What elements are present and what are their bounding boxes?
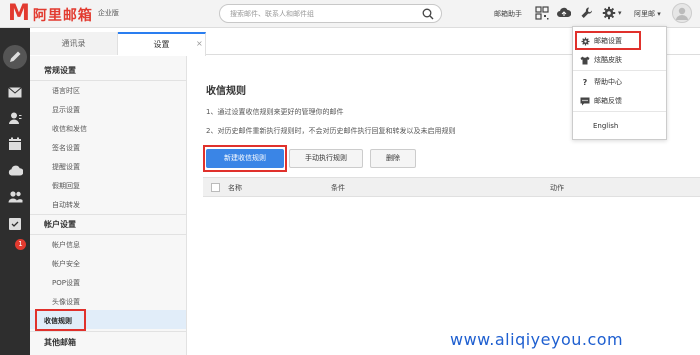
cloud-icon[interactable] — [5, 160, 25, 180]
run-rule-button[interactable]: 手动执行规则 — [289, 149, 363, 168]
pencil-icon — [10, 51, 21, 62]
nav-item-reminder[interactable]: 提醒设置 — [52, 162, 80, 172]
menu-item-label: 邮箱反馈 — [594, 97, 622, 105]
menu-item-skins[interactable]: 炫酷皮肤 — [580, 55, 622, 65]
watermark: www.aliqiyeyou.com — [450, 330, 624, 349]
nav-item-vacation[interactable]: 假期回复 — [52, 181, 80, 191]
contacts-icon[interactable] — [5, 108, 25, 128]
column-action: 动作 — [550, 184, 564, 192]
search-input[interactable] — [230, 5, 420, 22]
nav-item-send-receive[interactable]: 收信和发信 — [52, 124, 87, 134]
calendar-icon[interactable] — [5, 134, 25, 154]
delete-button[interactable]: 删除 — [370, 149, 416, 168]
menu-item-label: 邮箱设置 — [594, 37, 622, 45]
select-all-checkbox[interactable] — [211, 183, 220, 192]
cloud-upload-icon[interactable] — [557, 6, 571, 20]
tab-settings[interactable]: 设置 — [118, 32, 206, 56]
highlight-frame — [35, 309, 86, 331]
description-line: 2、对历史邮件重新执行规则时，不会对历史邮件执行回复和转发以及未启用规则 — [206, 127, 456, 135]
comment-icon — [580, 96, 590, 106]
notification-badge: 1 — [15, 239, 26, 250]
nav-group-account: 帐户设置 — [44, 220, 76, 229]
nav-item-avatar[interactable]: 头像设置 — [52, 297, 80, 307]
gear-icon[interactable] — [602, 6, 616, 20]
nav-item-account-security[interactable]: 帐户安全 — [52, 259, 80, 269]
nav-item-forward[interactable]: 自动转发 — [52, 200, 80, 210]
divider — [30, 234, 186, 235]
menu-item-label: 帮助中心 — [594, 78, 622, 86]
nav-item-pop[interactable]: POP设置 — [52, 278, 80, 288]
divider — [30, 80, 186, 81]
nav-item-language[interactable]: 语言时区 — [52, 86, 80, 96]
nav-group-other: 其他邮箱 — [44, 338, 76, 347]
mail-assistant-link[interactable]: 邮箱助手 — [494, 9, 522, 19]
logo[interactable]: M 阿里邮箱 企业版 — [8, 3, 119, 25]
divider — [30, 214, 186, 215]
page-title: 收信规则 — [206, 86, 246, 97]
menu-item-label: 炫酷皮肤 — [594, 56, 622, 64]
settings-dropdown: 邮箱设置 炫酷皮肤 ? 帮助中心 邮箱反馈 English — [572, 26, 667, 140]
description-line: 1、通过设置收信规则来更好的管理你的邮件 — [206, 108, 344, 116]
tab-contacts[interactable]: 通讯录 — [30, 32, 118, 55]
menu-item-label: English — [593, 122, 619, 130]
logo-mark: M — [8, 1, 30, 26]
search-box — [219, 4, 442, 23]
menu-item-mail-settings[interactable]: 邮箱设置 — [580, 36, 622, 46]
mail-icon[interactable] — [5, 82, 25, 102]
divider — [30, 331, 186, 332]
menu-item-english[interactable]: English — [593, 122, 618, 130]
column-condition: 条件 — [331, 184, 345, 192]
user-menu[interactable]: 阿里邮 ▾ — [634, 9, 661, 19]
logo-text: 阿里邮箱 — [32, 8, 93, 24]
gear-icon — [580, 36, 590, 46]
menu-item-help[interactable]: ? 帮助中心 — [580, 77, 622, 87]
close-icon[interactable]: × — [196, 39, 203, 48]
chevron-down-icon[interactable]: ▾ — [618, 9, 622, 17]
nav-item-display[interactable]: 显示设置 — [52, 105, 80, 115]
user-icon — [676, 7, 688, 20]
wrench-icon[interactable] — [580, 6, 594, 20]
menu-item-feedback[interactable]: 邮箱反馈 — [580, 96, 622, 106]
qr-code-icon[interactable] — [535, 6, 549, 20]
schedule-icon[interactable] — [5, 214, 25, 234]
nav-group-general: 常规设置 — [44, 66, 76, 75]
help-icon: ? — [582, 77, 588, 87]
search-icon[interactable] — [422, 8, 434, 20]
tshirt-icon — [580, 55, 590, 65]
nav-item-account-info[interactable]: 帐户信息 — [52, 240, 80, 250]
top-bar: M 阿里邮箱 企业版 邮箱助手 ▾ 阿里邮 ▾ — [0, 0, 700, 28]
left-rail: 1 — [0, 28, 30, 355]
nav-item-signature[interactable]: 签名设置 — [52, 143, 80, 153]
edition-label: 企业版 — [97, 9, 119, 17]
rules-table-header: 名称 条件 动作 — [203, 177, 700, 197]
new-rule-button[interactable]: 新建收信规则 — [206, 149, 284, 168]
group-icon[interactable] — [5, 186, 25, 206]
column-name: 名称 — [228, 184, 242, 192]
divider — [573, 111, 666, 112]
divider — [573, 70, 666, 71]
compose-button[interactable] — [3, 45, 27, 69]
avatar[interactable] — [672, 3, 692, 23]
